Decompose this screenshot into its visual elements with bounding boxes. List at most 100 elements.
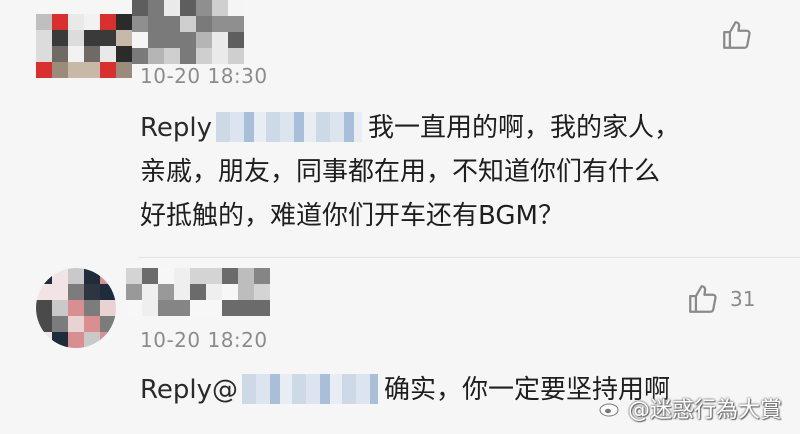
username-redacted[interactable] bbox=[126, 268, 270, 316]
mosaic-pixel bbox=[100, 30, 116, 46]
mosaic-pixel bbox=[100, 268, 116, 284]
mosaic-pixel bbox=[254, 268, 270, 284]
mosaic-pixel bbox=[228, 0, 244, 16]
mosaic-pixel bbox=[52, 268, 68, 284]
mosaic-pixel bbox=[148, 48, 164, 64]
mosaic-pixel bbox=[132, 16, 148, 32]
mosaic-pixel bbox=[68, 284, 84, 300]
mosaic-pixel bbox=[142, 300, 158, 316]
mosaic-pixel bbox=[126, 300, 142, 316]
watermark: @迷惑行為大賞 bbox=[598, 392, 782, 424]
mosaic-pixel bbox=[116, 62, 132, 78]
mosaic-pixel bbox=[68, 30, 84, 46]
mosaic-pixel bbox=[180, 48, 196, 64]
mosaic-pixel bbox=[52, 30, 68, 46]
mosaic-pixel bbox=[84, 316, 100, 332]
avatar[interactable] bbox=[36, 268, 116, 348]
mosaic-pixel bbox=[164, 16, 180, 32]
mosaic-pixel bbox=[116, 14, 132, 30]
like-count: 31 bbox=[730, 287, 756, 311]
mosaic-pixel bbox=[254, 300, 270, 316]
mosaic-pixel bbox=[164, 48, 180, 64]
mosaic-pixel bbox=[100, 284, 116, 300]
mosaic-pixel bbox=[68, 316, 84, 332]
mosaic-pixel bbox=[100, 300, 116, 316]
mosaic-pixel bbox=[148, 16, 164, 32]
mosaic-pixel bbox=[126, 268, 142, 284]
mosaic-pixel bbox=[196, 0, 212, 16]
mosaic-pixel bbox=[84, 14, 100, 30]
mosaic-pixel bbox=[126, 284, 142, 300]
mosaic-pixel bbox=[158, 268, 174, 284]
mention-redacted[interactable] bbox=[216, 112, 363, 142]
mosaic-pixel bbox=[196, 16, 212, 32]
mosaic-pixel bbox=[212, 32, 228, 48]
mosaic-pixel bbox=[116, 30, 132, 46]
mosaic-pixel bbox=[158, 284, 174, 300]
mosaic-pixel bbox=[84, 284, 100, 300]
mosaic-pixel bbox=[84, 62, 100, 78]
mosaic-pixel bbox=[206, 268, 222, 284]
mosaic-pixel bbox=[84, 268, 100, 284]
mosaic-pixel bbox=[68, 332, 84, 348]
mosaic-pixel bbox=[174, 284, 190, 300]
mosaic-pixel bbox=[180, 16, 196, 32]
mosaic-pixel bbox=[190, 284, 206, 300]
mosaic-pixel bbox=[212, 48, 228, 64]
mosaic-pixel bbox=[36, 62, 52, 78]
mosaic-pixel bbox=[212, 0, 228, 16]
weibo-logo-icon bbox=[599, 400, 621, 417]
mosaic-pixel bbox=[238, 300, 254, 316]
avatar[interactable] bbox=[36, 14, 132, 78]
mosaic-pixel bbox=[228, 48, 244, 64]
mosaic-pixel bbox=[142, 268, 158, 284]
mosaic-pixel bbox=[222, 284, 238, 300]
mosaic-pixel bbox=[36, 46, 52, 62]
mosaic-pixel bbox=[52, 300, 68, 316]
like-button[interactable] bbox=[720, 18, 764, 52]
comment-item: 10-20 18:30 Reply 我一直用的啊，我的家人， 亲戚，朋友，同事都在… bbox=[0, 0, 800, 258]
comment-text: 我一直用的啊，我的家人， bbox=[368, 113, 681, 143]
mosaic-pixel bbox=[84, 30, 100, 46]
mosaic-pixel bbox=[180, 32, 196, 48]
reply-prefix: Reply bbox=[140, 113, 213, 143]
mention-redacted[interactable] bbox=[242, 374, 379, 404]
mosaic-pixel bbox=[132, 32, 148, 48]
mosaic-pixel bbox=[100, 62, 116, 78]
mosaic-pixel bbox=[116, 46, 132, 62]
mosaic-pixel bbox=[190, 300, 206, 316]
mosaic-pixel bbox=[174, 268, 190, 284]
comment-line: 亲戚，朋友，同事都在用，不知道你们有什么 bbox=[140, 157, 661, 187]
mosaic-pixel bbox=[206, 284, 222, 300]
mosaic-pixel bbox=[148, 32, 164, 48]
mosaic-pixel bbox=[100, 316, 116, 332]
mosaic-pixel bbox=[142, 284, 158, 300]
mosaic-pixel bbox=[52, 332, 68, 348]
mosaic-pixel bbox=[238, 268, 254, 284]
mosaic-pixel bbox=[68, 14, 84, 30]
mosaic-pixel bbox=[180, 0, 196, 16]
mosaic-pixel bbox=[158, 300, 174, 316]
mosaic-pixel bbox=[52, 284, 68, 300]
mosaic-pixel bbox=[190, 268, 206, 284]
mosaic-pixel bbox=[84, 300, 100, 316]
mosaic-pixel bbox=[164, 32, 180, 48]
mosaic-pixel bbox=[36, 332, 52, 348]
mosaic-pixel bbox=[148, 0, 164, 16]
mosaic-pixel bbox=[206, 300, 222, 316]
mosaic-pixel bbox=[36, 300, 52, 316]
mosaic-pixel bbox=[222, 300, 238, 316]
comment-body: Reply 我一直用的啊，我的家人， 亲戚，朋友，同事都在用，不知道你们有什么 好… bbox=[140, 106, 776, 238]
mosaic-pixel bbox=[52, 14, 68, 30]
comment-line: 好抵触的，难道你们开车还有BGM？ bbox=[140, 201, 564, 231]
username-redacted[interactable] bbox=[132, 0, 244, 64]
mosaic-pixel bbox=[228, 16, 244, 32]
like-button[interactable]: 31 bbox=[686, 282, 755, 316]
comment-timestamp: 10-20 18:30 bbox=[140, 64, 268, 88]
thumbs-up-icon bbox=[723, 21, 751, 49]
mosaic-pixel bbox=[84, 332, 100, 348]
thumbs-up-icon bbox=[689, 285, 717, 313]
comment-line: Reply 我一直用的啊，我的家人， bbox=[140, 106, 776, 150]
mosaic-pixel bbox=[84, 46, 100, 62]
mosaic-pixel bbox=[228, 32, 244, 48]
